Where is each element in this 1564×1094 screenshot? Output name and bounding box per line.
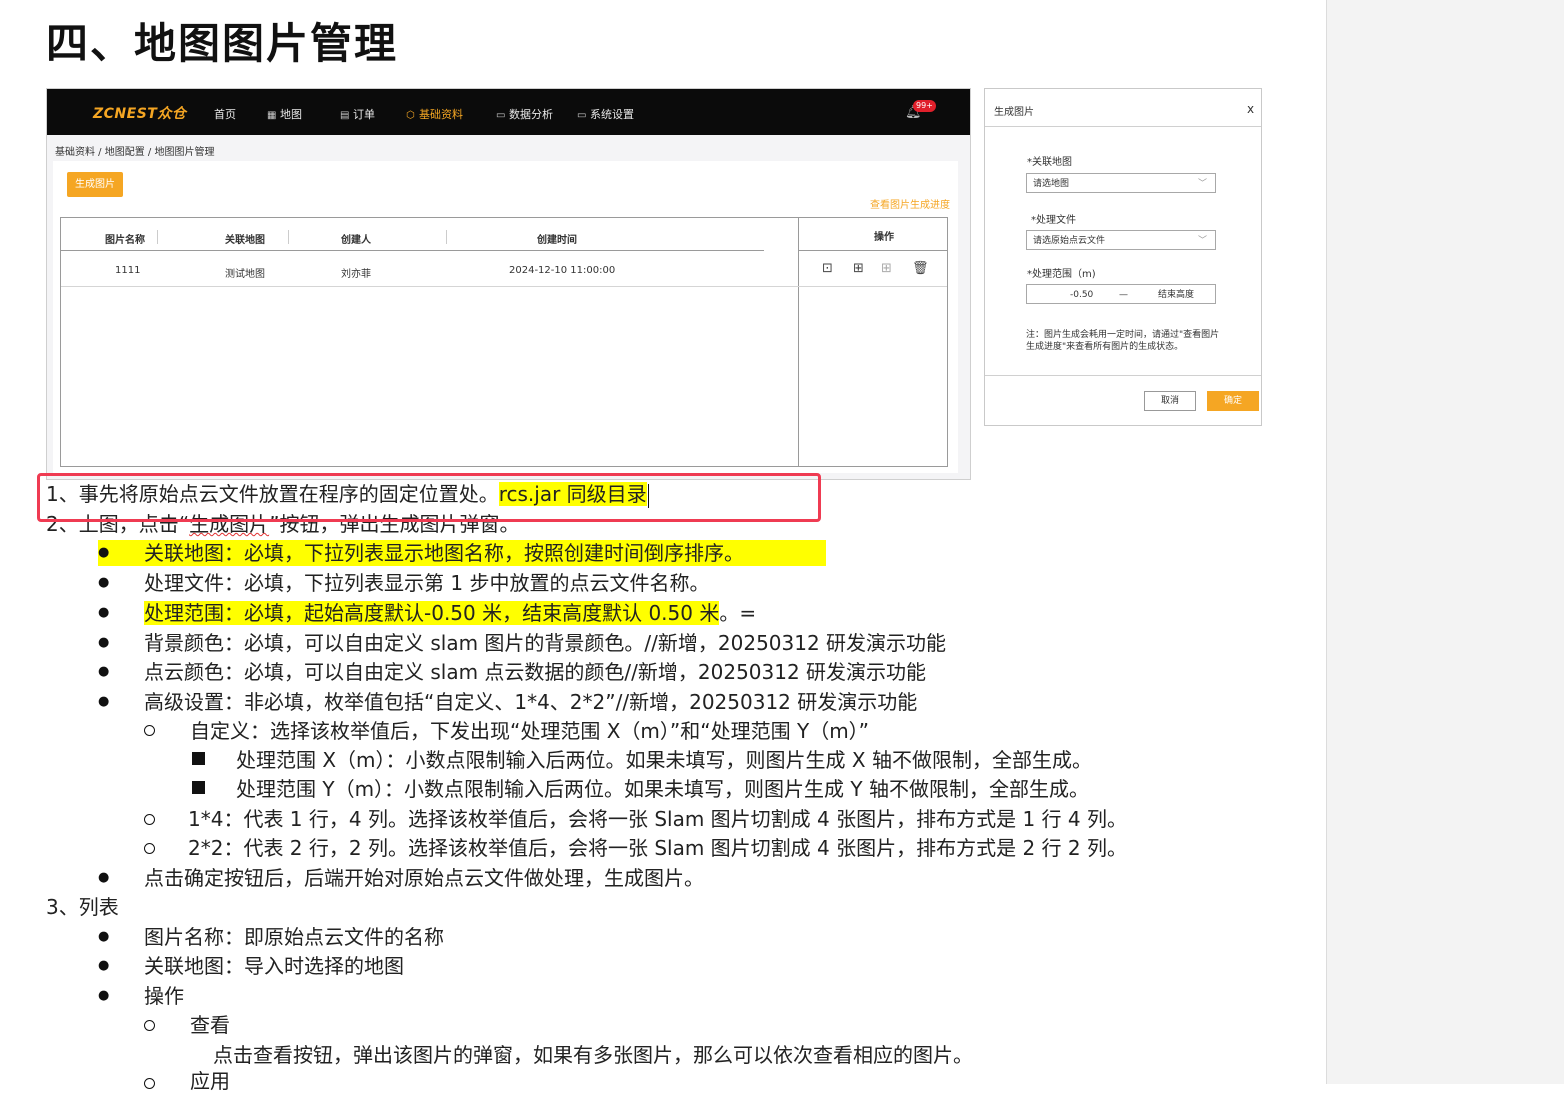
section-heading: 四、地图图片管理 [46, 19, 399, 68]
list-item: 处理文件：必填，下拉列表显示第 1 步中放置的点云文件名称。 [144, 571, 710, 595]
list-item: 点击确定按钮后，后端开始对原始点云文件做处理，生成图片。 [144, 866, 704, 890]
paragraph: 点击查看按钮，弹出该图片的弹窗，如果有多张图片，那么可以依次查看相应的图片。 [213, 1043, 973, 1067]
bullet-icon: ● [98, 605, 110, 620]
list-item: 自定义：选择该枚举值后，下发出现“处理范围 X（m）”和“处理范围 Y（m）” [190, 719, 870, 743]
nav-analytics[interactable]: ▭ 数据分析 [496, 106, 553, 122]
bullet-icon: ● [98, 694, 110, 709]
cell-map: 测试地图 [225, 269, 265, 280]
list-item: 应用 [190, 1069, 230, 1093]
cell-time: 2024-12-10 11:00:00 [509, 265, 616, 276]
cancel-button[interactable]: 取消 [1144, 391, 1196, 411]
monitor-icon: ▭ [577, 110, 587, 121]
app-screenshot: ZCNEST众仓 首页 ▦ 地图 ▤ 订单 ⬡ 基础资料 ▭ 数据分析 ▭ 系统设置 🔔︎… [46, 88, 971, 480]
file-label: *处理文件 [1031, 215, 1076, 226]
side-pane [1326, 0, 1564, 1084]
nav-settings[interactable]: ▭ 系统设置 [577, 106, 634, 122]
list-item: 关联地图：导入时选择的地图 [144, 954, 404, 978]
document-icon: ▤ [340, 110, 350, 121]
view-icon[interactable]: ⊡ [822, 261, 833, 276]
trash-icon[interactable]: 🗑︎ [912, 261, 929, 276]
map-select[interactable]: 请选地图 ﹀ [1026, 173, 1216, 193]
highlight-box [37, 473, 821, 522]
generate-image-dialog: 生成图片 x *关联地图 请选地图 ﹀ *处理文件 请选原始点云文件 ﹀ *处理范围… [984, 88, 1262, 426]
top-nav: ZCNEST众仓 首页 ▦ 地图 ▤ 订单 ⬡ 基础资料 ▭ 数据分析 ▭ 系统设置 🔔︎… [47, 89, 970, 135]
step-3: 3、列表 [46, 895, 119, 919]
nav-map[interactable]: ▦ 地图 [267, 106, 302, 122]
list-item: 1*4：代表 1 行，4 列。选择该枚举值后，会将一张 Slam 图片切割成 4… [188, 807, 1127, 831]
circle-bullet-icon [144, 1020, 155, 1031]
nav-orders[interactable]: ▤ 订单 [340, 106, 375, 122]
cube-icon: ⬡ [406, 110, 415, 121]
nav-home[interactable]: 首页 [214, 106, 236, 122]
bullet-icon: ● [98, 664, 110, 679]
chevron-down-icon: ﹀ [1197, 179, 1207, 189]
list-item: 背景颜色：必填，可以自由定义 slam 图片的背景颜色。//新增，2025031… [144, 631, 947, 655]
bullet-icon: ● [98, 958, 110, 973]
list-item: 点云颜色：必填，可以自由定义 slam 点云数据的颜色//新增，20250312… [144, 660, 927, 684]
list-item: 处理范围：必填，起始高度默认-0.50 米，结束高度默认 0.50 米。= [144, 601, 757, 625]
logo: ZCNEST众仓 [93, 106, 187, 122]
document-page: 四、地图图片管理 ZCNEST众仓 首页 ▦ 地图 ▤ 订单 ⬡ 基础资料 ▭ 数据分析… [0, 0, 1326, 1093]
range-input[interactable]: -0.50 — 结束高度 [1026, 284, 1216, 304]
breadcrumb: 基础资料 / 地图配置 / 地图图片管理 [55, 147, 215, 158]
column-header: 创建人 [341, 235, 371, 246]
list-item: 处理范围 X（m）：小数点限制输入后两位。如果未填写，则图片生成 X 轴不做限制… [236, 748, 1092, 772]
file-select[interactable]: 请选原始点云文件 ﹀ [1026, 230, 1216, 250]
bullet-icon: ● [98, 575, 110, 590]
image-table: 图片名称 关联地图 创建人 创建时间 操作 1111 测试地图 刘亦菲 2024… [60, 217, 948, 467]
range-label: *处理范围（m) [1027, 269, 1096, 280]
column-header: 图片名称 [105, 235, 145, 246]
monitor-icon: ▭ [496, 110, 506, 121]
list-item: 操作 [144, 984, 184, 1008]
view-progress-link[interactable]: 查看图片生成进度 [870, 196, 950, 211]
bullet-icon: ● [98, 988, 110, 1003]
map-label: *关联地图 [1027, 157, 1072, 168]
bullet-icon: ● [98, 870, 110, 885]
square-bullet-icon [192, 781, 205, 794]
cell-name: 1111 [115, 265, 141, 276]
circle-bullet-icon [144, 843, 155, 854]
bullet-icon: ● [98, 635, 110, 650]
circle-bullet-icon [144, 725, 155, 736]
list-item: 高级设置：非必填，枚举值包括“自定义、1*4、2*2”//新增，20250312… [144, 690, 918, 714]
dialog-note: 注：图片生成会耗用一定时间，请通过"查看图片生成进度"来查看所有图片的生成状态。 [1026, 330, 1220, 352]
chevron-down-icon: ﹀ [1197, 236, 1207, 246]
notification-badge: 99+ [913, 100, 936, 112]
range-end-input[interactable]: 结束高度 [1158, 285, 1194, 305]
column-header: 关联地图 [225, 235, 265, 246]
content-panel: 生成图片 查看图片生成进度 图片名称 关联地图 创建人 创建时间 操作 1111… [53, 161, 958, 473]
qr-icon[interactable]: ⊞ [881, 261, 892, 276]
range-separator: — [1119, 290, 1128, 300]
bullet-icon: ● [98, 545, 110, 560]
list-item: 处理范围 Y（m）：小数点限制输入后两位。如果未填写，则图片生成 Y 轴不做限制… [236, 777, 1089, 801]
list-item: 关联地图：必填，下拉列表显示地图名称，按照创建时间倒序排序。 [98, 540, 826, 566]
grid-icon[interactable]: ⊞ [853, 261, 864, 276]
column-header: 创建时间 [537, 235, 577, 246]
bullet-icon: ● [98, 929, 110, 944]
generate-image-button[interactable]: 生成图片 [67, 172, 123, 197]
circle-bullet-icon [144, 814, 155, 825]
nav-basic-data[interactable]: ⬡ 基础资料 [406, 106, 463, 122]
map-icon: ▦ [267, 110, 277, 121]
column-header: 操作 [874, 232, 894, 243]
confirm-button[interactable]: 确定 [1207, 391, 1259, 411]
list-item: 查看 [190, 1013, 230, 1037]
close-icon[interactable]: x [1247, 102, 1254, 116]
cell-creator: 刘亦菲 [341, 269, 371, 280]
list-item: 图片名称：即原始点云文件的名称 [144, 925, 444, 949]
dialog-title: 生成图片 [994, 107, 1034, 118]
list-item: 2*2：代表 2 行，2 列。选择该枚举值后，会将一张 Slam 图片切割成 4… [188, 836, 1127, 860]
range-start-input[interactable]: -0.50 [1070, 285, 1093, 305]
square-bullet-icon [192, 752, 205, 765]
